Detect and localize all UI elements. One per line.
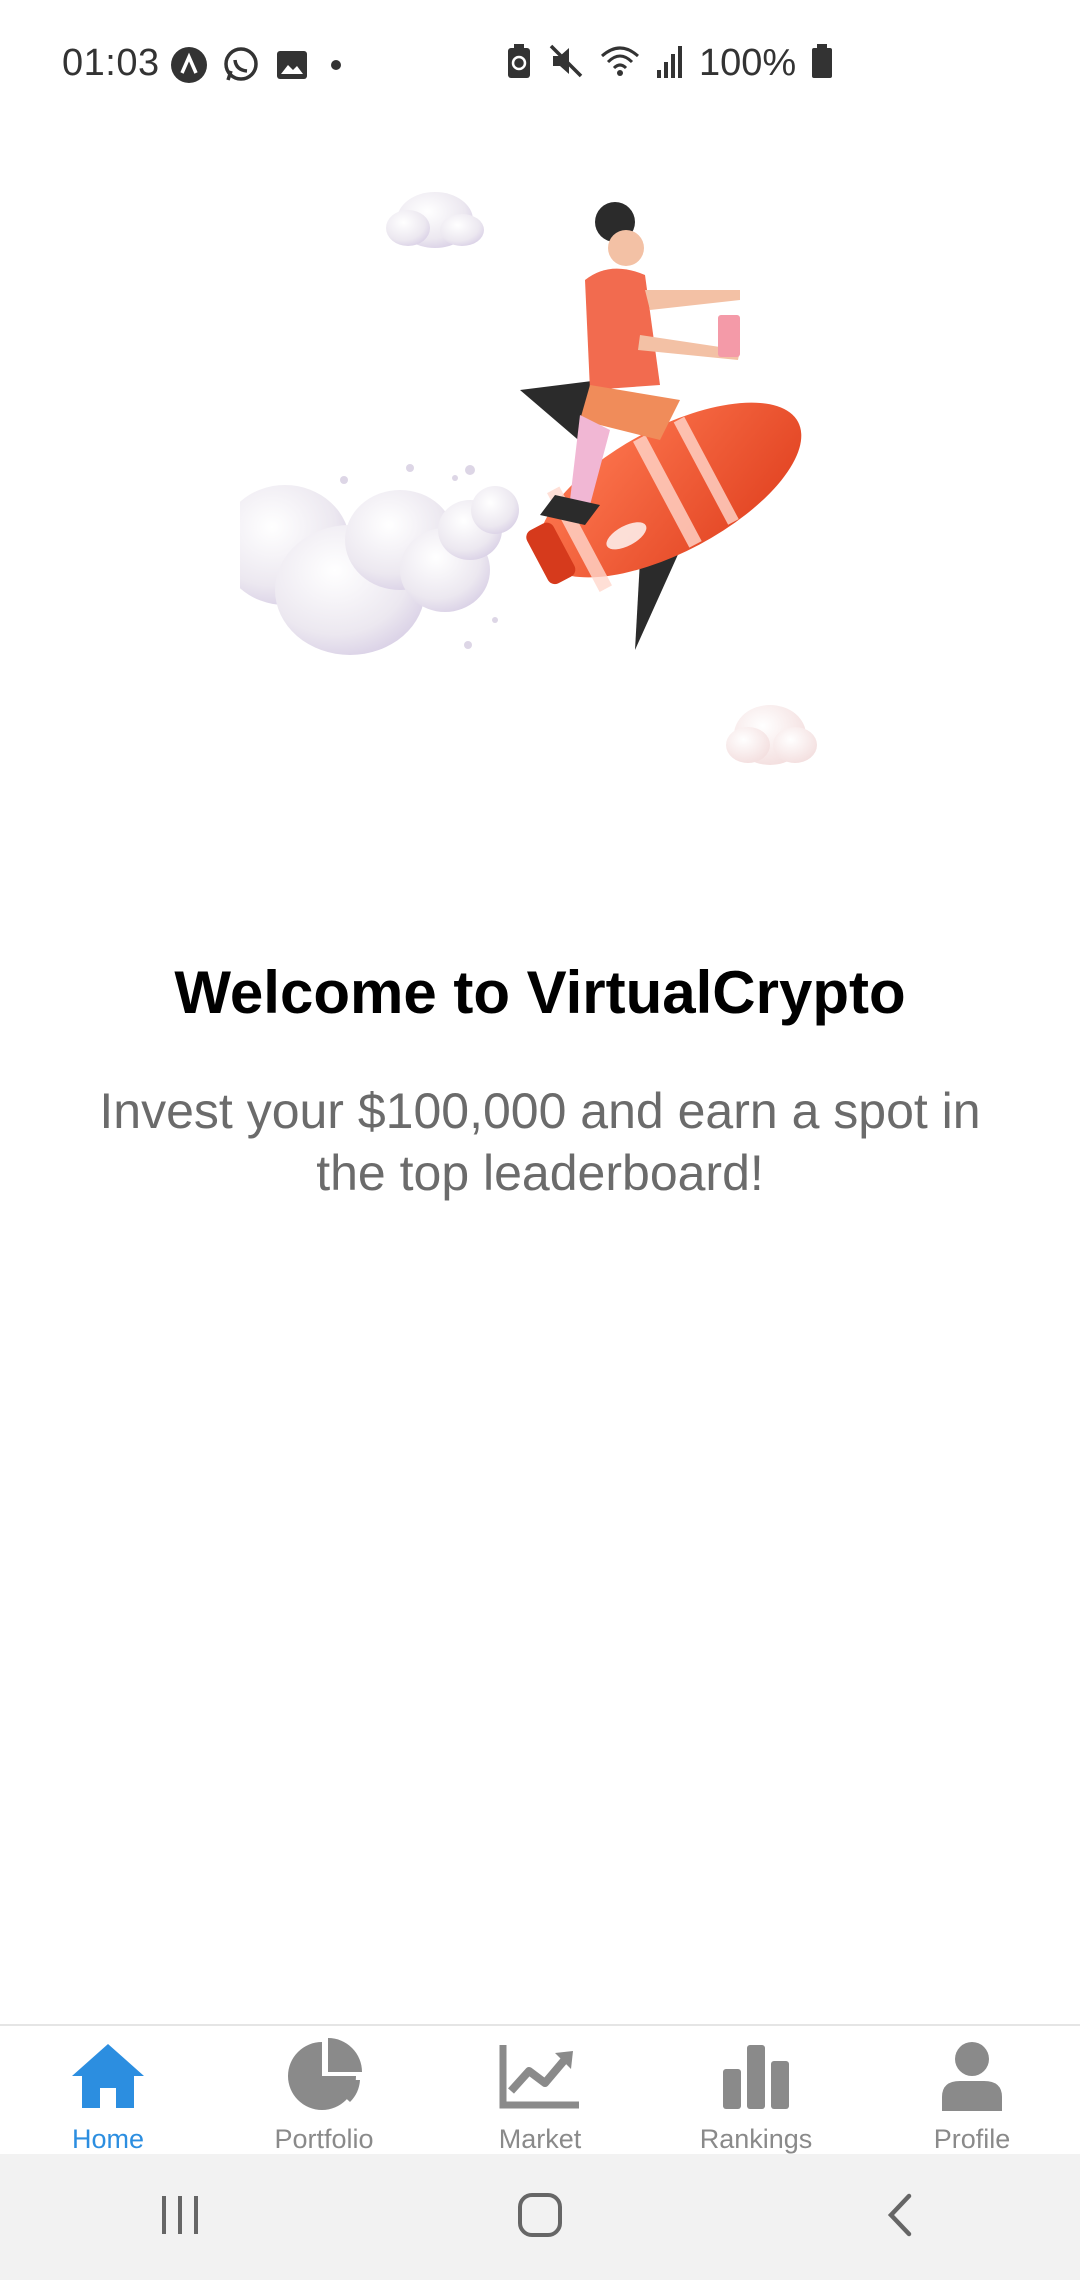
battery-percent: 100% [699,42,797,84]
trending-up-icon [498,2036,582,2116]
home-button-icon [517,2192,563,2243]
signal-icon [655,42,685,85]
exhaust-cloud [220,464,519,655]
nav-item-portfolio[interactable]: Portfolio [216,2026,432,2156]
bottom-navigation: Home Portfolio Market Rankings Profile [0,2024,1080,2156]
nav-item-rankings[interactable]: Rankings [648,2026,864,2156]
rocket-illustration [220,150,840,790]
nav-label-home: Home [71,2124,145,2154]
nav-item-market[interactable]: Market [432,2026,648,2156]
status-time: 01:03 [62,42,160,84]
person-icon [930,2036,1014,2116]
back-icon [885,2192,915,2243]
notification-icons [170,46,348,89]
system-status-icons: 100% [505,42,834,85]
battery-icon [810,42,834,85]
app-a-icon [170,46,208,89]
wifi-icon [599,42,641,85]
whatsapp-icon [222,46,260,89]
welcome-subtitle: Invest your $100,000 and earn a spot in … [99,1083,981,1201]
nav-item-home[interactable]: Home [0,2026,216,2156]
battery-saver-icon [505,42,533,85]
recent-apps-button[interactable] [120,2177,240,2257]
bar-chart-icon [714,2036,798,2116]
gallery-icon [274,47,310,88]
small-cloud-top [386,192,484,248]
nav-item-profile[interactable]: Profile [864,2026,1080,2156]
mute-icon [547,42,585,85]
system-navigation-bar [0,2154,1080,2280]
app-screen: 01:03 100% Welcome to VirtualCrypto Inve… [0,0,1080,2280]
pie-chart-icon [282,2036,366,2116]
nav-label-rankings: Rankings [699,2124,813,2154]
nav-label-market: Market [498,2124,582,2154]
status-bar: 01:03 100% [0,0,1080,130]
welcome-title: Welcome to VirtualCrypto [174,959,906,1026]
small-cloud-bottom [726,705,817,765]
dot-icon [324,47,348,88]
home-button[interactable] [480,2177,600,2257]
home-icon [66,2036,150,2116]
recent-apps-icon [158,2194,202,2241]
nav-label-profile: Profile [933,2124,1011,2154]
back-button[interactable] [840,2177,960,2257]
nav-label-portfolio: Portfolio [274,2124,374,2154]
